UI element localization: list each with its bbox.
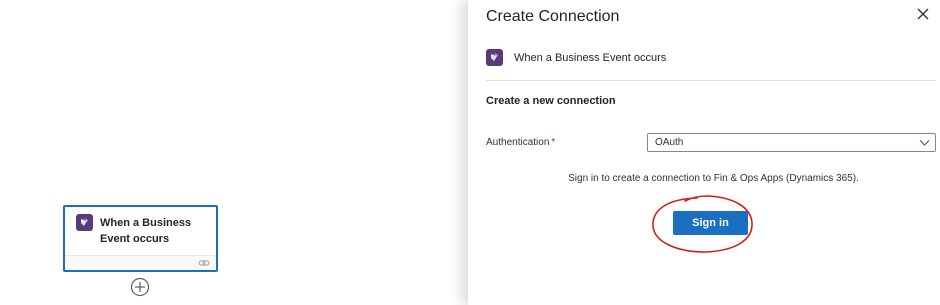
trigger-card-title: When a Business Event occurs (100, 217, 192, 245)
authentication-dropdown[interactable]: OAuth (647, 133, 936, 152)
panel-title: Create Connection (486, 8, 620, 25)
section-heading: Create a new connection (486, 95, 616, 107)
sign-in-info-text: Sign in to create a connection to Fin & … (568, 173, 859, 184)
flow-designer-canvas: When a Business Event occurs (0, 0, 470, 305)
connector-name: When a Business Event occurs (514, 52, 667, 64)
create-connection-panel: Create Connection When a Business Event … (468, 0, 940, 305)
chevron-down-icon (919, 140, 930, 146)
link-icon (198, 260, 210, 266)
trigger-card-footer (65, 255, 216, 270)
trigger-card[interactable]: When a Business Event occurs (63, 205, 218, 272)
plus-circle-icon[interactable] (130, 277, 150, 297)
authentication-label: Authentication * (486, 137, 555, 149)
connector-header: When a Business Event occurs (486, 48, 936, 81)
dynamics-365-icon (486, 49, 503, 66)
sign-in-button[interactable]: Sign in (673, 211, 748, 235)
close-icon[interactable] (916, 7, 930, 21)
required-mark: * (551, 137, 556, 148)
authentication-label-text: Authentication (486, 137, 550, 148)
authentication-selected-value: OAuth (655, 137, 684, 148)
dynamics-365-icon (76, 214, 93, 231)
